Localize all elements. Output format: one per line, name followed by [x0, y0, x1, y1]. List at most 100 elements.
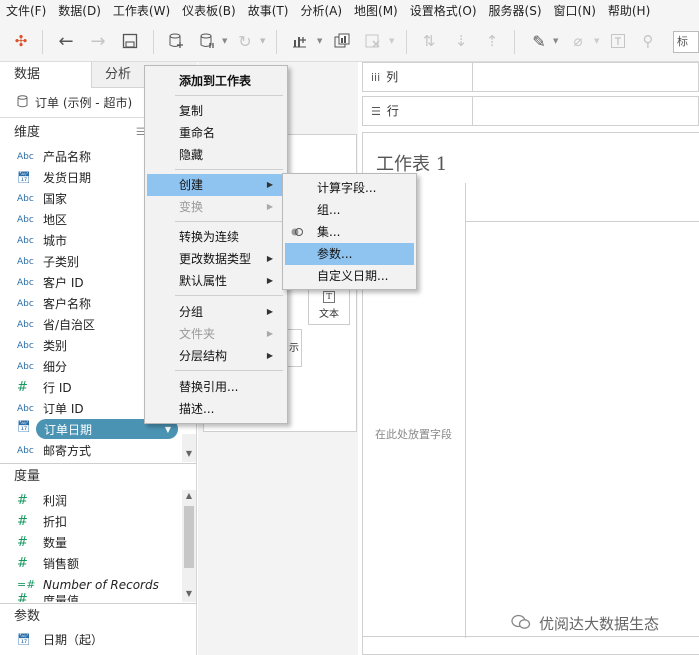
- menu-item-calculated-field[interactable]: 计算字段...: [285, 177, 414, 199]
- menu-separator: [175, 169, 283, 170]
- scroll-up-icon[interactable]: ▲: [182, 490, 196, 502]
- submenu-arrow-icon: ▶: [266, 180, 273, 189]
- tableau-logo-icon[interactable]: ✣: [10, 30, 32, 52]
- redo-icon[interactable]: →: [87, 30, 109, 52]
- menu-map[interactable]: 地图(M): [348, 0, 404, 22]
- fix-axes-icon[interactable]: ⚲: [637, 30, 659, 52]
- menu-item-copy[interactable]: 复制: [147, 100, 285, 122]
- menu-data[interactable]: 数据(D): [52, 0, 107, 22]
- field-name: 产品名称: [43, 150, 92, 164]
- menu-format[interactable]: 设置格式(O): [404, 0, 483, 22]
- pause-updates-icon[interactable]: [196, 30, 218, 52]
- scroll-down-icon[interactable]: ▼: [182, 448, 196, 460]
- tab-data[interactable]: 数据: [0, 62, 92, 88]
- measures-header: 度量: [0, 466, 197, 488]
- menu-item-label: 描述...: [179, 402, 215, 416]
- field-item[interactable]: # 销售额: [0, 553, 180, 574]
- menu-item-replace-references[interactable]: 替换引用...: [147, 376, 285, 398]
- field-item[interactable]: # 折扣: [0, 511, 180, 532]
- duplicate-sheet-icon[interactable]: [331, 30, 353, 52]
- menu-item-set[interactable]: 集...: [285, 221, 414, 243]
- show-me-dropdown[interactable]: 标: [673, 31, 699, 53]
- menu-item-parameter[interactable]: 参数...: [285, 243, 414, 265]
- date-type-icon: 📅︎: [17, 171, 31, 184]
- marks-text-label: 文本: [319, 309, 339, 320]
- refresh-icon[interactable]: ↻: [234, 30, 256, 52]
- sort-ascending-icon[interactable]: ⇣: [450, 30, 472, 52]
- chevron-down-icon[interactable]: ▼: [222, 37, 227, 45]
- menu-item-label: 分层结构: [179, 349, 228, 363]
- field-name: 日期（起）: [43, 633, 104, 647]
- field-name: 客户名称: [43, 297, 92, 311]
- menu-item-default-properties[interactable]: 默认属性 ▶: [147, 270, 285, 292]
- field-item[interactable]: # 利润: [0, 490, 180, 511]
- menu-separator: [175, 295, 283, 296]
- swap-rows-columns-icon[interactable]: ⇅: [418, 30, 440, 52]
- menu-item-label: 组...: [317, 203, 341, 217]
- menu-item-hierarchy[interactable]: 分层结构 ▶: [147, 345, 285, 367]
- field-name: 客户 ID: [43, 276, 84, 290]
- measures-scrollbar[interactable]: ▲ ▼: [182, 490, 196, 602]
- menu-item-custom-date[interactable]: 自定义日期...: [285, 265, 414, 287]
- menu-dashboard[interactable]: 仪表板(B): [176, 0, 242, 22]
- field-item[interactable]: # 数量: [0, 532, 180, 553]
- sort-descending-icon[interactable]: ⇡: [481, 30, 503, 52]
- menu-file[interactable]: 文件(F): [0, 0, 52, 22]
- marks-tooltip-label: 示: [289, 343, 299, 354]
- drop-field-hint[interactable]: 在此处放置字段: [375, 426, 452, 442]
- menu-item-label: 转换为连续: [179, 230, 240, 244]
- field-item[interactable]: # 度量值: [0, 592, 180, 602]
- marks-text-button[interactable]: T 文本: [308, 287, 350, 325]
- string-type-icon: Abc: [17, 445, 34, 456]
- scroll-down-icon[interactable]: ▼: [182, 588, 196, 600]
- chevron-down-icon[interactable]: ▼: [317, 37, 322, 45]
- scrollbar-thumb[interactable]: [184, 506, 194, 568]
- string-type-icon: Abc: [17, 277, 34, 288]
- toolbar-divider: [42, 30, 43, 54]
- clear-sheet-icon[interactable]: [362, 30, 384, 52]
- undo-icon[interactable]: ←: [55, 30, 77, 52]
- submenu-arrow-icon: ▶: [266, 307, 273, 316]
- field-name: 销售额: [43, 557, 80, 571]
- menu-item-group[interactable]: 分组 ▶: [147, 301, 285, 323]
- rows-shelf[interactable]: ☰ 行: [362, 96, 699, 126]
- save-icon[interactable]: [119, 30, 141, 52]
- menu-window[interactable]: 窗口(N): [548, 0, 602, 22]
- show-mark-labels-icon[interactable]: [607, 30, 629, 52]
- field-name: 国家: [43, 192, 68, 206]
- new-datasource-icon[interactable]: [165, 30, 187, 52]
- highlight-icon[interactable]: ✎: [528, 30, 550, 52]
- field-name: Number of Records: [43, 577, 159, 592]
- menu-item-describe[interactable]: 描述...: [147, 398, 285, 420]
- columns-shelf[interactable]: iii 列: [362, 62, 699, 92]
- menu-help[interactable]: 帮助(H): [602, 0, 656, 22]
- parameters-header-label: 参数: [14, 609, 41, 624]
- new-worksheet-icon[interactable]: [289, 30, 311, 52]
- chevron-down-icon[interactable]: ▼: [260, 37, 265, 45]
- menu-item-rename[interactable]: 重命名: [147, 122, 285, 144]
- chevron-down-icon[interactable]: ▼: [165, 425, 171, 434]
- menu-item-add-to-sheet[interactable]: 添加到工作表: [147, 70, 285, 92]
- dimensions-scrollbar[interactable]: ▼: [182, 434, 196, 462]
- number-type-icon: #: [17, 556, 28, 571]
- group-members-icon[interactable]: ⌀: [567, 30, 589, 52]
- string-type-icon: Abc: [17, 235, 34, 246]
- menu-server[interactable]: 服务器(S): [483, 0, 548, 22]
- chevron-down-icon[interactable]: ▼: [389, 37, 394, 45]
- chevron-down-icon[interactable]: ▼: [553, 37, 558, 45]
- field-item[interactable]: Abc 邮寄方式: [0, 440, 180, 461]
- menu-item-change-data-type[interactable]: 更改数据类型 ▶: [147, 248, 285, 270]
- field-name: 数量: [43, 536, 68, 550]
- field-name: 行 ID: [43, 381, 72, 395]
- menu-item-hide[interactable]: 隐藏: [147, 144, 285, 166]
- chevron-down-icon[interactable]: ▼: [594, 37, 599, 45]
- menu-analysis[interactable]: 分析(A): [294, 0, 348, 22]
- section-divider: [0, 603, 197, 604]
- field-item[interactable]: 📅︎ 日期（起）: [0, 629, 180, 650]
- menu-worksheet[interactable]: 工作表(W): [107, 0, 176, 22]
- menu-item-group-create[interactable]: 组...: [285, 199, 414, 221]
- submenu-arrow-icon: ▶: [266, 329, 273, 338]
- menu-item-create[interactable]: 创建 ▶: [147, 174, 285, 196]
- menu-item-convert-continuous[interactable]: 转换为连续: [147, 226, 285, 248]
- menu-story[interactable]: 故事(T): [242, 0, 295, 22]
